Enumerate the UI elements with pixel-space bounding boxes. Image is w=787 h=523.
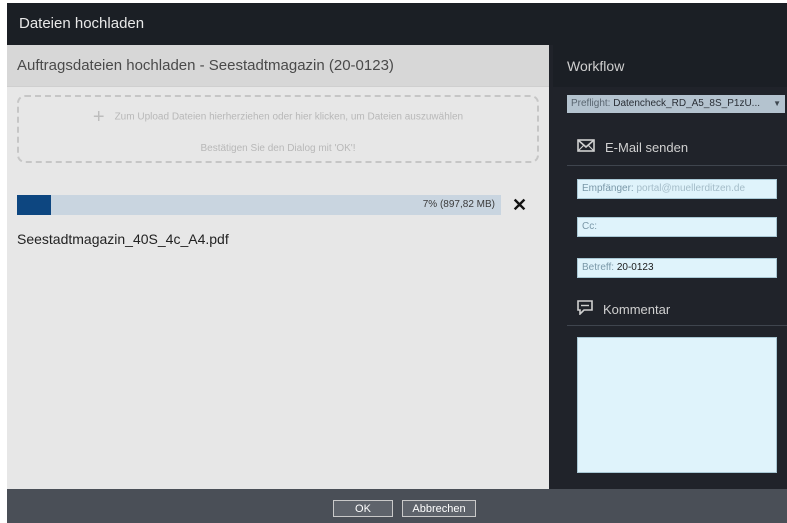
subject-label: Betreff:: [582, 262, 615, 273]
preflight-value: Datencheck_RD_A5_8S_P1zU...: [613, 98, 760, 109]
dropzone-text: Zum Upload Dateien hierherziehen oder hi…: [114, 111, 464, 123]
recipient-label: Empfänger:: [582, 183, 634, 194]
upload-progress-bar: 7% (897,82 MB): [17, 195, 501, 215]
comment-icon: [577, 300, 593, 318]
upload-panel-title: Auftragsdateien hochladen - Seestadtmaga…: [7, 45, 549, 87]
email-section-header: E-Mail senden: [577, 139, 688, 155]
caret-down-icon: ▼: [773, 99, 781, 108]
workflow-panel: Workflow Preflight: Datencheck_RD_A5_8S_…: [553, 45, 787, 489]
uploaded-file-name: Seestadtmagazin_40S_4c_A4.pdf: [17, 231, 229, 247]
dropzone-instruction: + Zum Upload Dateien hierherziehen oder h…: [19, 106, 537, 128]
recipient-value: portal@muellerditzen.de: [636, 183, 746, 194]
ok-button[interactable]: OK: [333, 500, 393, 517]
envelope-icon: [577, 139, 595, 155]
cc-label: Cc:: [582, 221, 597, 232]
subject-value: 20-0123: [616, 262, 654, 273]
preflight-label: Preflight:: [571, 98, 611, 109]
comment-section-header: Kommentar: [577, 300, 670, 318]
email-section-title: E-Mail senden: [605, 139, 689, 155]
file-dropzone[interactable]: + Zum Upload Dateien hierherziehen oder h…: [17, 95, 539, 163]
cc-field[interactable]: Cc:: [577, 217, 777, 237]
upload-progress-fill: [17, 195, 51, 215]
dialog-footer: OK Abbrechen: [7, 489, 787, 523]
recipient-field[interactable]: Empfänger: portal@muellerditzen.de: [577, 179, 777, 199]
upload-progress-text: 7% (897,82 MB): [422, 199, 495, 210]
section-divider: [567, 325, 787, 326]
comment-section-title: Kommentar: [603, 301, 671, 317]
section-divider: [567, 165, 787, 166]
preflight-select[interactable]: Preflight: Datencheck_RD_A5_8S_P1zU... ▼: [567, 95, 785, 113]
dialog-title: Dateien hochladen: [7, 3, 787, 45]
dropzone-hint: Bestätigen Sie den Dialog mit 'OK'!: [200, 143, 356, 154]
cancel-button[interactable]: Abbrechen: [402, 500, 476, 517]
upload-dialog: Dateien hochladen Auftragsdateien hochla…: [7, 3, 787, 523]
comment-textarea[interactable]: [577, 337, 777, 473]
subject-field[interactable]: Betreff: 20-0123: [577, 258, 777, 278]
workflow-title: Workflow: [553, 45, 787, 87]
close-icon[interactable]: ✕: [512, 194, 527, 216]
plus-icon: +: [92, 106, 105, 128]
upload-panel: Auftragsdateien hochladen - Seestadtmaga…: [7, 45, 549, 489]
